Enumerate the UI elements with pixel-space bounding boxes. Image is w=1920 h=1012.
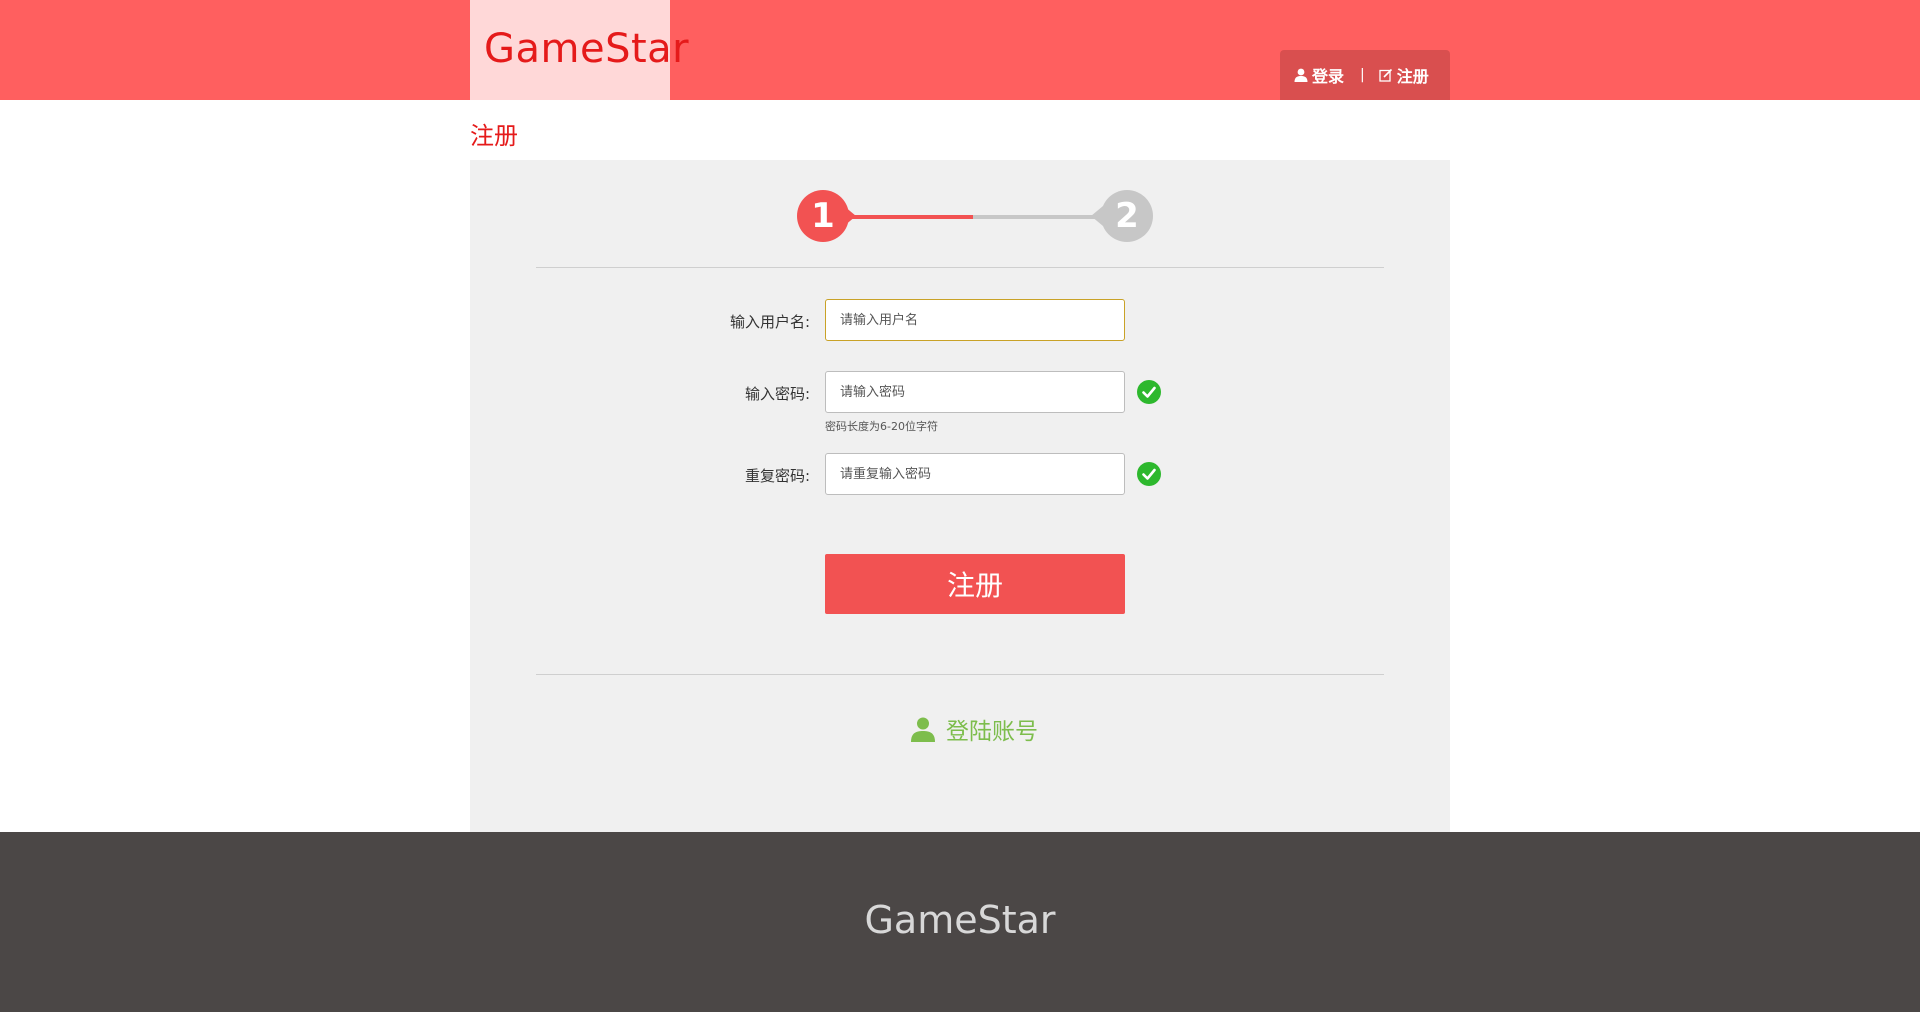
login-account-link[interactable]: 登陆账号: [910, 712, 1038, 746]
password-valid-icon: [1137, 380, 1161, 404]
step-track-progress: [837, 214, 973, 219]
page-title: 注册: [470, 122, 518, 150]
auth-nav: 登录 | 注册: [1280, 50, 1450, 100]
logo-text: GameStar: [484, 26, 690, 72]
logo[interactable]: GameStar: [470, 0, 689, 100]
username-label: 输入用户名:: [729, 313, 810, 331]
register-submit-button[interactable]: 注册: [825, 554, 1125, 614]
user-icon: [1294, 68, 1308, 82]
login-account-label: 登陆账号: [946, 719, 1038, 745]
password-label: 输入密码:: [744, 385, 810, 403]
bottom-divider: [536, 674, 1384, 675]
password-hint: 密码长度为6-20位字符: [825, 420, 938, 433]
repeat-password-valid-icon: [1137, 462, 1161, 486]
username-input[interactable]: [825, 299, 1125, 341]
login-link[interactable]: 登录: [1294, 63, 1344, 87]
user-icon: [911, 717, 935, 742]
nav-separator: |: [1360, 67, 1365, 83]
site-footer: GameStar: [0, 832, 1920, 1012]
top-divider: [536, 267, 1384, 268]
register-panel: 1 2 输入用户名: 输入密码: 密码长度为6-20位字符 重复密码: 注册 登…: [470, 160, 1450, 832]
site-header: GameStar 登录 | 注册: [0, 0, 1920, 100]
step-2-circle: 2: [1101, 190, 1153, 242]
repeat-password-label: 重复密码:: [744, 467, 810, 485]
password-input[interactable]: [825, 371, 1125, 413]
login-label: 登录: [1312, 67, 1345, 86]
edit-icon: [1379, 68, 1392, 82]
footer-brand: GameStar: [864, 898, 1056, 942]
step-1-circle: 1: [797, 190, 849, 242]
repeat-password-input[interactable]: [825, 453, 1125, 495]
step-progress: 1 2: [797, 188, 1155, 242]
register-link[interactable]: 注册: [1379, 63, 1429, 87]
register-label: 注册: [1396, 67, 1429, 86]
